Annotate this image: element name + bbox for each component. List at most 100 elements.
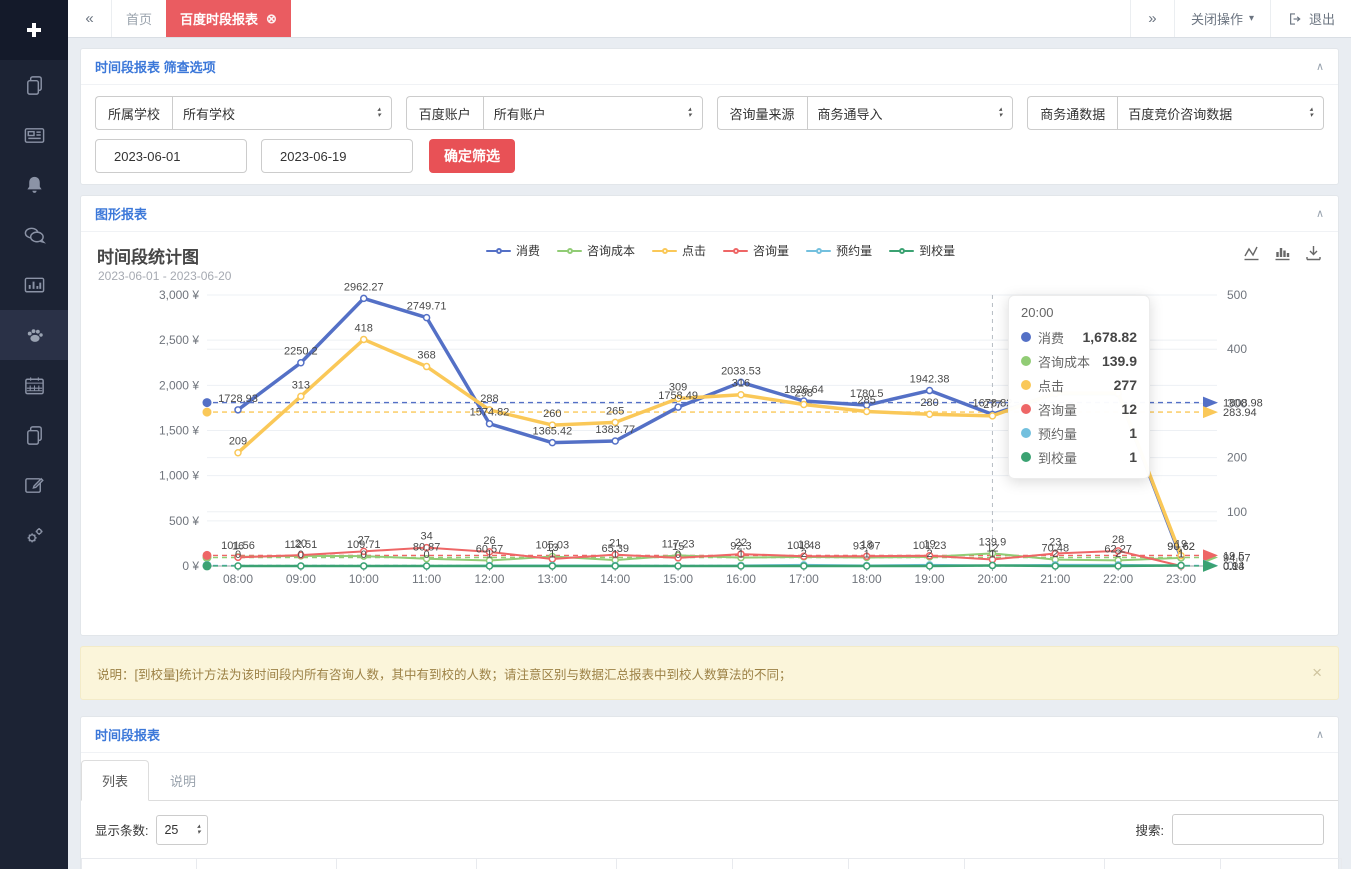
search-input[interactable] <box>1172 814 1324 845</box>
svg-text:1,500 ¥: 1,500 ¥ <box>159 424 199 438</box>
bar-chart-toggle-icon[interactable] <box>1274 244 1291 264</box>
confirm-filter-button[interactable]: 确定筛选 <box>429 139 515 173</box>
legend-marker-icon <box>652 246 677 256</box>
inquiry-source-select[interactable]: 商务通导入 ▴▾ <box>807 96 1014 130</box>
swt-data-select[interactable]: 百度竞价咨询数据 ▴▾ <box>1117 96 1324 130</box>
svg-text:21:00: 21:00 <box>1040 572 1070 586</box>
svg-text:11:00: 11:00 <box>412 572 441 586</box>
sidebar <box>0 0 68 869</box>
caret-down-icon: ▾ <box>1249 13 1254 24</box>
logout-button[interactable]: 退出 <box>1270 0 1351 37</box>
svg-text:19:00: 19:00 <box>915 572 945 586</box>
svg-text:1365.42: 1365.42 <box>532 426 572 438</box>
column-header-8[interactable]: 咨询率▲▼ <box>1105 859 1221 869</box>
logout-label: 退出 <box>1309 9 1335 28</box>
series-dot-icon <box>1021 356 1031 366</box>
svg-text:10:00: 10:00 <box>349 572 379 586</box>
tab-close-icon[interactable]: ⊗ <box>266 11 277 27</box>
sidebar-item-statistics[interactable] <box>0 260 68 310</box>
sidebar-item-settings[interactable] <box>0 510 68 560</box>
column-header-5[interactable]: 预约量▲▼ <box>733 859 849 869</box>
collapse-icon[interactable]: ∧ <box>1316 207 1324 220</box>
baidu-account-select-value: 所有账户 <box>494 104 546 123</box>
tooltip-row: 咨询量12 <box>1021 397 1137 421</box>
legend-item-4[interactable]: 预约量 <box>806 242 872 259</box>
main-area: « 首页 百度时段报表 ⊗ » 关闭操作 ▾ 退出 <box>68 0 1351 869</box>
collapse-icon[interactable]: ∧ <box>1316 60 1324 73</box>
tab-home[interactable]: 首页 <box>112 0 166 37</box>
column-header-0[interactable]: 时间段▲▼ <box>82 859 197 869</box>
tab-list[interactable]: 列表 <box>81 760 149 801</box>
sidebar-item-documents[interactable] <box>0 60 68 110</box>
school-label: 所属学校 <box>95 96 172 130</box>
tab-description[interactable]: 说明 <box>149 760 217 801</box>
column-header-3[interactable]: 点击合计▲▼ <box>477 859 617 869</box>
sidebar-item-attendance[interactable] <box>0 310 68 360</box>
tooltip-series-value: 139.9 <box>1102 353 1137 369</box>
logout-icon <box>1287 11 1303 27</box>
close-operations-dropdown[interactable]: 关闭操作 ▾ <box>1174 0 1270 37</box>
sidebar-item-edit[interactable] <box>0 460 68 510</box>
baidu-account-filter-group: 百度账户 所有账户 ▴▾ <box>406 96 703 130</box>
svg-text:1728.93: 1728.93 <box>218 393 258 405</box>
svg-text:277: 277 <box>983 399 1001 411</box>
tooltip-series-name: 点击 <box>1038 376 1064 395</box>
date-from-input[interactable]: 2023-06-01 <box>95 139 247 173</box>
tabs-scroll-left-button[interactable]: « <box>68 0 112 37</box>
sidebar-item-calendar[interactable] <box>0 360 68 410</box>
table-panel: 时间段报表 ∧ 列表 说明 显示条数: 25 ▴▾ <box>80 716 1339 869</box>
svg-text:368: 368 <box>417 350 435 362</box>
svg-text:1: 1 <box>864 548 870 560</box>
column-header-7[interactable]: 咨询成本▲▼ <box>965 859 1105 869</box>
svg-text:285: 285 <box>858 395 876 407</box>
sidebar-item-notifications[interactable] <box>0 160 68 210</box>
note-bar: 说明：[到校量]统计方法为该时间段内所有咨询人数，其中有到校的人数；请注意区别与… <box>80 646 1339 700</box>
tabs-scroll-right-button[interactable]: » <box>1130 0 1174 37</box>
collapse-icon[interactable]: ∧ <box>1316 728 1324 741</box>
legend-item-1[interactable]: 咨询成本 <box>557 242 635 259</box>
svg-text:1: 1 <box>549 548 555 560</box>
svg-text:313: 313 <box>292 379 310 391</box>
table-header-row: 时间段▲▼消费合计▲▼展现合计▲▼点击合计▲▼咨询量▲▼预约量▲▼到校量▲▼咨询… <box>82 859 1342 869</box>
column-header-1[interactable]: 消费合计▲▼ <box>197 859 337 869</box>
page-size-select[interactable]: 25 ▴▾ <box>156 815 208 845</box>
legend-marker-icon <box>806 246 831 256</box>
sidebar-item-files[interactable] <box>0 410 68 460</box>
svg-text:418: 418 <box>355 322 373 334</box>
svg-text:34: 34 <box>420 531 432 543</box>
sidebar-item-messages[interactable] <box>0 210 68 260</box>
bar-chart-icon <box>23 274 46 297</box>
chart-body[interactable]: 时间段统计图 2023-06-01 - 2023-06-20 消费咨询成本点击咨… <box>81 232 1338 635</box>
download-icon[interactable] <box>1305 244 1322 264</box>
svg-text:15:00: 15:00 <box>663 572 693 586</box>
legend-item-5[interactable]: 到校量 <box>889 242 955 259</box>
column-header-4[interactable]: 咨询量▲▼ <box>617 859 733 869</box>
baidu-account-select[interactable]: 所有账户 ▴▾ <box>483 96 703 130</box>
column-header-2[interactable]: 展现合计▲▼ <box>337 859 477 869</box>
tab-baidu-time-report[interactable]: 百度时段报表 ⊗ <box>166 0 291 37</box>
note-close-icon[interactable]: × <box>1312 663 1322 683</box>
chat-bubbles-icon <box>23 224 46 247</box>
select-caret-icon: ▴▾ <box>377 107 381 119</box>
series-dot-icon <box>1021 428 1031 438</box>
chart-panel-title: 图形报表 <box>95 204 147 223</box>
column-header-9[interactable]: 点击率▲▼ <box>1221 859 1342 869</box>
time-period-line-chart[interactable]: 08:0009:0010:0011:0012:0013:0014:0015:00… <box>81 264 1341 614</box>
sidebar-add-button[interactable] <box>0 0 68 60</box>
svg-text:400: 400 <box>1227 342 1247 356</box>
svg-text:1383.77: 1383.77 <box>595 424 635 436</box>
date-to-input[interactable]: 2023-06-19 <box>261 139 413 173</box>
column-header-6[interactable]: 到校量▲▼ <box>849 859 965 869</box>
school-filter-group: 所属学校 所有学校 ▴▾ <box>95 96 392 130</box>
scroll-left-icon: « <box>85 10 93 27</box>
bell-icon <box>23 174 46 197</box>
svg-text:09:00: 09:00 <box>286 572 316 586</box>
legend-item-2[interactable]: 点击 <box>652 242 706 259</box>
svg-text:17:00: 17:00 <box>789 572 819 586</box>
legend-item-0[interactable]: 消费 <box>486 242 540 259</box>
table-tabs: 列表 说明 <box>81 753 1338 801</box>
school-select[interactable]: 所有学校 ▴▾ <box>172 96 392 130</box>
line-chart-toggle-icon[interactable] <box>1243 244 1260 264</box>
sidebar-item-news[interactable] <box>0 110 68 160</box>
legend-item-3[interactable]: 咨询量 <box>723 242 789 259</box>
